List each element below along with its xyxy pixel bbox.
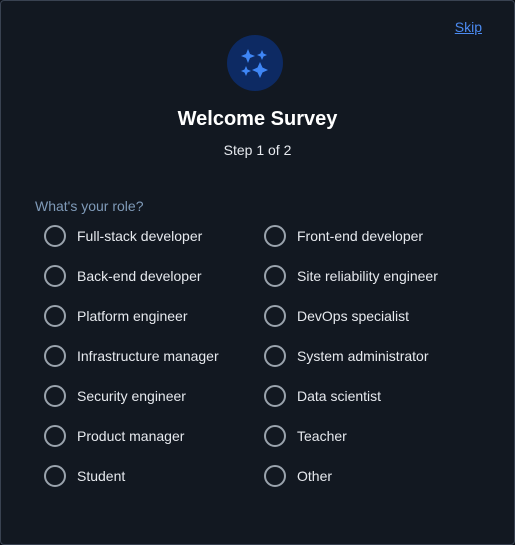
role-option-product-manager[interactable]: Product manager	[44, 425, 264, 447]
option-label: Full-stack developer	[77, 228, 203, 244]
role-option-data-scientist[interactable]: Data scientist	[264, 385, 484, 407]
option-label: System administrator	[297, 348, 429, 364]
question-label: What's your role?	[35, 198, 144, 214]
role-option-other[interactable]: Other	[264, 465, 484, 487]
radio-button[interactable]	[264, 385, 286, 407]
radio-button[interactable]	[44, 345, 66, 367]
radio-button[interactable]	[44, 425, 66, 447]
radio-button[interactable]	[44, 385, 66, 407]
option-label: Infrastructure manager	[77, 348, 219, 364]
radio-button[interactable]	[44, 265, 66, 287]
role-option-site-reliability-engineer[interactable]: Site reliability engineer	[264, 265, 484, 287]
radio-button[interactable]	[44, 305, 66, 327]
radio-button[interactable]	[264, 225, 286, 247]
radio-button[interactable]	[264, 465, 286, 487]
role-option-infrastructure-manager[interactable]: Infrastructure manager	[44, 345, 264, 367]
role-option-system-administrator[interactable]: System administrator	[264, 345, 484, 367]
role-option-full-stack-developer[interactable]: Full-stack developer	[44, 225, 264, 247]
sparkles-icon	[241, 49, 268, 78]
survey-badge	[227, 35, 283, 91]
role-option-teacher[interactable]: Teacher	[264, 425, 484, 447]
radio-button[interactable]	[44, 225, 66, 247]
step-indicator: Step 1 of 2	[223, 142, 292, 158]
option-label: Platform engineer	[77, 308, 188, 324]
option-label: Front-end developer	[297, 228, 424, 244]
option-label: Product manager	[77, 428, 185, 444]
option-label: Security engineer	[77, 388, 186, 404]
role-option-security-engineer[interactable]: Security engineer	[44, 385, 264, 407]
role-option-student[interactable]: Student	[44, 465, 264, 487]
option-label: Other	[297, 468, 333, 484]
option-label: DevOps specialist	[297, 308, 410, 324]
option-label: Student	[77, 468, 126, 484]
role-option-back-end-developer[interactable]: Back-end developer	[44, 265, 264, 287]
option-label: Teacher	[297, 428, 347, 444]
welcome-survey-dialog: Skip Welcome Survey Step 1 of 2 What's y…	[0, 0, 515, 545]
role-option-front-end-developer[interactable]: Front-end developer	[264, 225, 484, 247]
radio-button[interactable]	[264, 425, 286, 447]
role-options: Full-stack developer Front-end developer…	[44, 225, 484, 505]
survey-title: Welcome Survey	[177, 108, 338, 130]
option-label: Data scientist	[297, 388, 382, 404]
role-option-devops-specialist[interactable]: DevOps specialist	[264, 305, 484, 327]
role-option-platform-engineer[interactable]: Platform engineer	[44, 305, 264, 327]
radio-button[interactable]	[264, 265, 286, 287]
radio-button[interactable]	[44, 465, 66, 487]
option-label: Site reliability engineer	[297, 268, 438, 284]
radio-button[interactable]	[264, 345, 286, 367]
option-label: Back-end developer	[77, 268, 202, 284]
radio-button[interactable]	[264, 305, 286, 327]
skip-link[interactable]: Skip	[455, 19, 482, 35]
